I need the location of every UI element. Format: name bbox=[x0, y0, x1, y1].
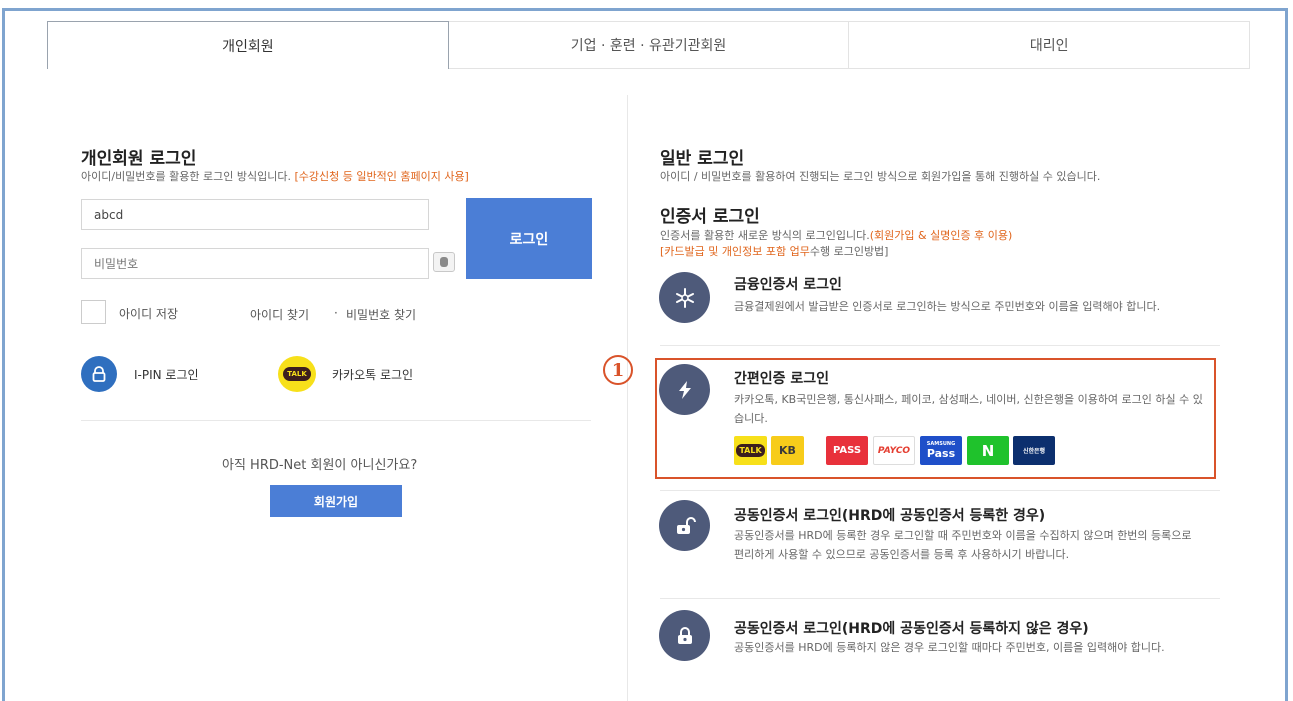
kakaotalk-icon[interactable]: TALK bbox=[278, 356, 316, 392]
personal-login-desc-highlight: [수강신청 등 일반적인 홈페이지 사용] bbox=[294, 170, 469, 183]
column-divider bbox=[627, 95, 628, 701]
cert-login-desc2: [카드발급 및 개인정보 포함 업무수행 로그인방법] bbox=[660, 243, 888, 259]
samsung-pass-brand-icon[interactable]: SAMSUNG Pass bbox=[920, 436, 962, 465]
personal-login-desc-text: 아이디/비밀번호를 활용한 로그인 방식입니다. bbox=[81, 170, 291, 183]
joint-cert-registered-icon[interactable] bbox=[659, 500, 710, 551]
naver-brand-icon[interactable]: N bbox=[967, 436, 1009, 465]
joint-cert-registered-desc: 공동인증서를 HRD에 등록한 경우 로그인할 때 주민번호와 이름을 수집하지… bbox=[734, 529, 1192, 561]
simple-auth-desc: 카카오톡, KB국민은행, 통신사패스, 페이코, 삼성패스, 네이버, 신한은… bbox=[734, 393, 1203, 425]
tab-personal[interactable]: 개인회원 bbox=[47, 21, 449, 69]
payco-brand-icon[interactable]: PAYCO bbox=[873, 436, 915, 465]
joint-cert-unregistered-title[interactable]: 공동인증서 로그인(HRD에 공동인증서 등록하지 않은 경우) bbox=[734, 618, 1089, 638]
personal-login-title: 개인회원 로그인 bbox=[81, 149, 197, 169]
method-divider bbox=[660, 598, 1220, 599]
ipin-lock-icon[interactable] bbox=[81, 356, 117, 392]
cert-login-desc2-highlight: [카드발급 및 개인정보 포함 업무 bbox=[660, 245, 810, 258]
samsung-brand-text: Pass bbox=[926, 447, 956, 460]
general-login-desc: 아이디 / 비밀번호를 활용하여 진행되는 로그인 방식으로 회원가입을 통해 … bbox=[660, 170, 1101, 183]
save-id-checkbox[interactable] bbox=[81, 300, 106, 324]
general-login-title: 일반 로그인 bbox=[660, 149, 745, 169]
pass-brand-icon[interactable]: PASS bbox=[826, 436, 868, 465]
simple-auth-icon[interactable] bbox=[659, 364, 710, 415]
kb-brand-icon[interactable]: KB bbox=[771, 436, 804, 465]
tab-corporate[interactable]: 기업 · 훈련 · 유관기관회원 bbox=[448, 21, 850, 69]
cert-login-desc-highlight: (회원가입 & 실명인증 후 이용) bbox=[869, 229, 1013, 242]
simple-auth-title[interactable]: 간편인증 로그인 bbox=[734, 368, 829, 388]
login-button[interactable]: 로그인 bbox=[466, 198, 592, 279]
step-marker: 1 bbox=[603, 355, 633, 385]
id-input[interactable]: abcd bbox=[81, 199, 429, 230]
kakao-brand-icon[interactable]: TALK bbox=[734, 436, 767, 465]
link-separator: · bbox=[334, 306, 338, 320]
financial-cert-title[interactable]: 금융인증서 로그인 bbox=[734, 274, 842, 294]
not-member-text: 아직 HRD-Net 회원이 아니신가요? bbox=[222, 458, 418, 473]
method-divider bbox=[660, 490, 1220, 491]
joint-cert-unregistered-desc: 공동인증서를 HRD에 등록하지 않은 경우 로그인할 때마다 주민번호, 이름… bbox=[734, 641, 1165, 654]
tab-agent[interactable]: 대리인 bbox=[849, 21, 1251, 69]
kakaotalk-icon-text: TALK bbox=[283, 367, 311, 381]
financial-cert-desc: 금융결제원에서 발급받은 인증서로 로그인하는 방식으로 주민번호와 이름을 입… bbox=[734, 300, 1161, 313]
ipin-login-link[interactable]: I-PIN 로그인 bbox=[134, 366, 199, 383]
shinhan-brand-icon[interactable]: 신한은행 bbox=[1013, 436, 1055, 465]
member-type-tabs: 개인회원 기업 · 훈련 · 유관기관회원 대리인 bbox=[47, 21, 1251, 69]
kakao-brand-text: TALK bbox=[736, 444, 765, 457]
method-divider bbox=[660, 345, 1220, 346]
virtual-keyboard-icon[interactable] bbox=[433, 252, 455, 272]
find-id-link[interactable]: 아이디 찾기 bbox=[250, 306, 309, 323]
password-input[interactable]: 비밀번호 bbox=[81, 248, 429, 279]
personal-login-desc: 아이디/비밀번호를 활용한 로그인 방식입니다. [수강신청 등 일반적인 홈페… bbox=[81, 168, 469, 184]
join-button[interactable]: 회원가입 bbox=[270, 485, 402, 517]
cert-login-desc2-text: 수행 로그인방법] bbox=[809, 245, 889, 258]
left-divider bbox=[81, 420, 591, 421]
kakao-login-link[interactable]: 카카오톡 로그인 bbox=[332, 366, 413, 383]
find-password-link[interactable]: 비밀번호 찾기 bbox=[346, 306, 416, 323]
financial-cert-icon[interactable] bbox=[659, 272, 710, 323]
cert-login-desc-text: 인증서를 활용한 새로운 방식의 로그인입니다. bbox=[660, 229, 870, 242]
save-id-label: 아이디 저장 bbox=[119, 307, 179, 321]
cert-login-desc: 인증서를 활용한 새로운 방식의 로그인입니다.(회원가입 & 실명인증 후 이… bbox=[660, 227, 1012, 243]
joint-cert-unregistered-icon[interactable] bbox=[659, 610, 710, 661]
cert-login-title: 인증서 로그인 bbox=[660, 207, 760, 227]
joint-cert-registered-title[interactable]: 공동인증서 로그인(HRD에 공동인증서 등록한 경우) bbox=[734, 505, 1045, 525]
